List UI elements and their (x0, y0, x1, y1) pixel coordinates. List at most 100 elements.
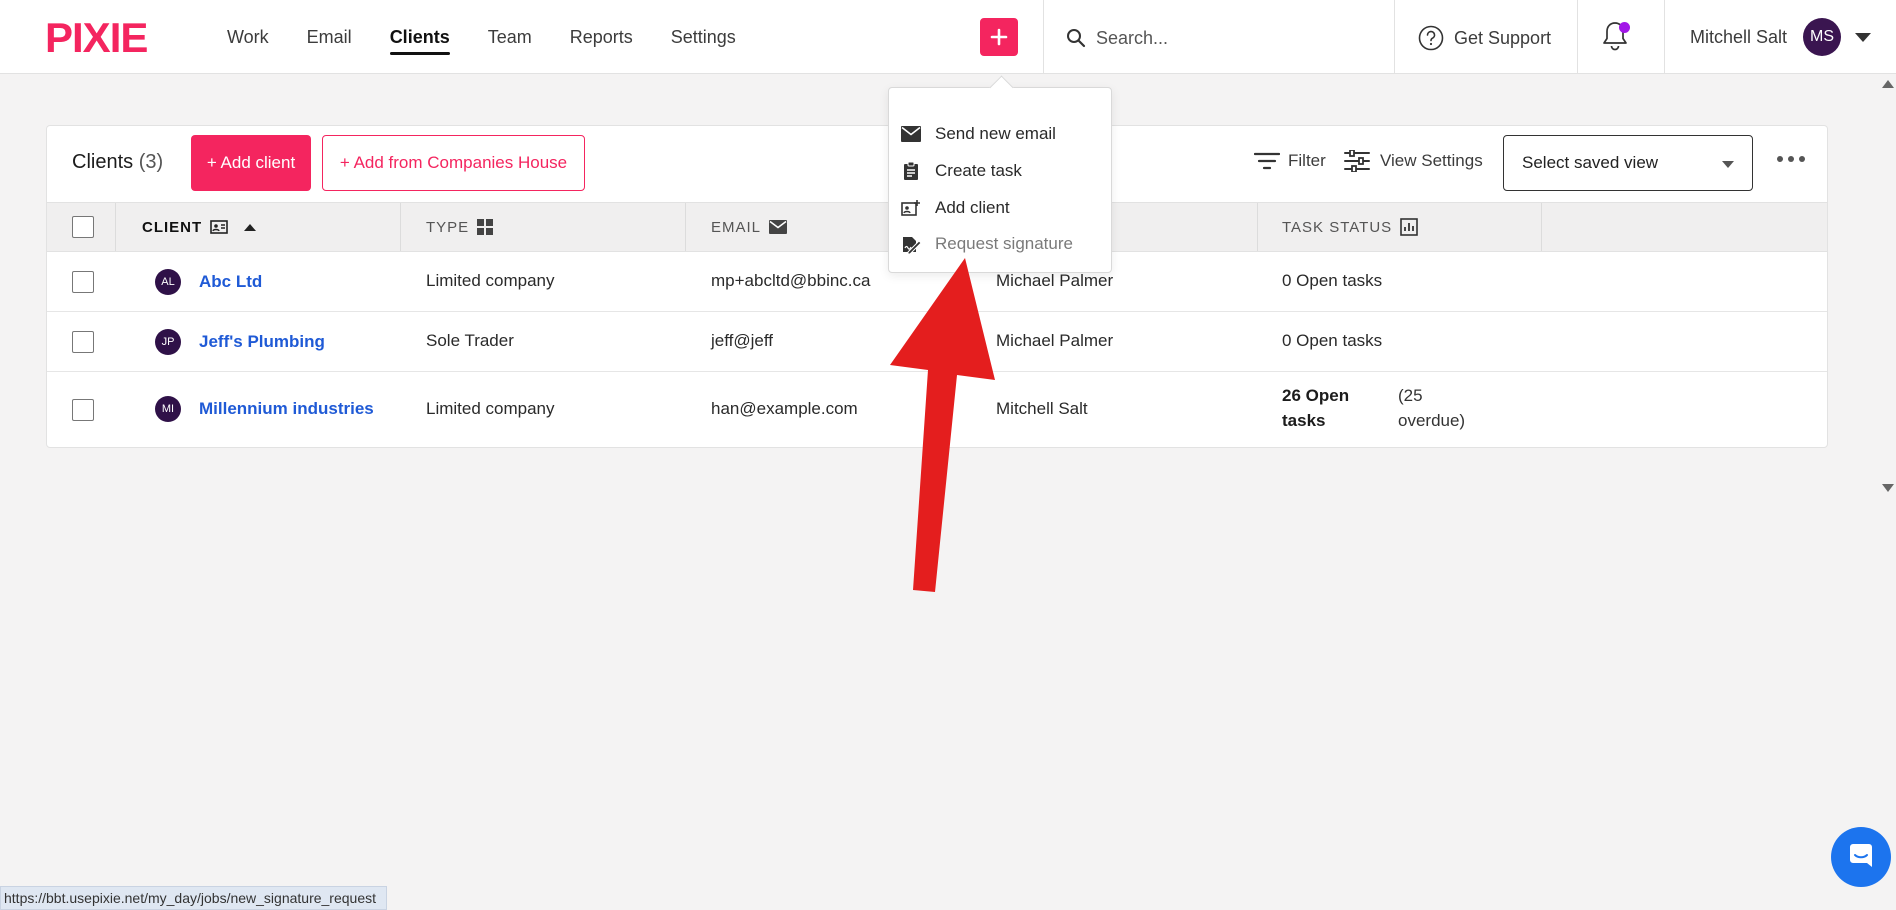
column-separator (1257, 203, 1258, 251)
chat-bubble-icon (1850, 844, 1872, 867)
select-all-checkbox[interactable] (72, 216, 94, 238)
bar-chart-icon (1400, 218, 1418, 236)
select-all-cell (72, 203, 94, 251)
user-menu[interactable]: Mitchell Salt MS (1690, 18, 1872, 56)
menu-item-label: Add client (935, 198, 1010, 217)
column-separator (685, 203, 686, 251)
nav-divider (1043, 0, 1044, 74)
menu-item-create-task[interactable]: Create task (899, 154, 1101, 188)
add-contact-icon (901, 200, 920, 216)
column-client[interactable]: CLIENT (142, 203, 258, 251)
chevron-down-icon (1855, 32, 1872, 42)
column-separator (1541, 203, 1542, 251)
column-label: TASK STATUS (1282, 218, 1393, 236)
task-status-cell[interactable]: 0 Open tasks (1282, 271, 1382, 291)
overdue-line: (25 (1398, 386, 1423, 405)
saved-view-select[interactable]: Select saved view (1503, 135, 1753, 191)
dot (1799, 156, 1805, 162)
envelope-icon (769, 220, 788, 234)
more-options-button[interactable] (1777, 156, 1805, 162)
nav-reports[interactable]: Reports (570, 0, 633, 74)
email-cell: jeff@jeff (711, 331, 773, 350)
menu-item-label: Send new email (935, 124, 1056, 143)
search-icon (1067, 29, 1086, 48)
open-tasks-line: 26 Open (1282, 386, 1350, 405)
pixie-logo[interactable]: PIXIE (45, 18, 173, 56)
email-cell: han@example.com (711, 399, 858, 418)
column-separator (115, 203, 116, 251)
column-email[interactable]: EMAIL (711, 203, 788, 251)
sliders-icon (1344, 150, 1370, 172)
menu-item-add-client[interactable]: Add client (899, 191, 1101, 225)
notifications-button[interactable] (1600, 20, 1632, 54)
status-bar-url: https://bbt.usepixie.net/my_day/jobs/new… (0, 886, 388, 910)
avatar: AL (155, 269, 181, 295)
client-name-link[interactable]: Millennium industries (199, 399, 374, 419)
search-input[interactable] (1096, 27, 1346, 49)
filter-button[interactable]: Filter (1254, 151, 1326, 171)
row-checkbox[interactable] (72, 331, 94, 353)
column-type[interactable]: TYPE (426, 203, 494, 251)
support-label: Get Support (1454, 27, 1552, 48)
grid-icon (477, 219, 494, 235)
nav-divider (1394, 0, 1395, 74)
nav-work[interactable]: Work (227, 0, 269, 74)
view-settings-label: View Settings (1380, 151, 1483, 170)
row-checkbox[interactable] (72, 399, 94, 421)
overdue-cell: (25 overdue) (1398, 383, 1465, 433)
menu-item-send-email[interactable]: Send new email (899, 117, 1101, 151)
row-checkbox-cell (72, 271, 94, 293)
client-cell: MI Millennium industries (155, 396, 374, 422)
row-checkbox-cell (72, 331, 94, 353)
row-checkbox[interactable] (72, 271, 94, 293)
help-circle-icon (1418, 25, 1444, 51)
chat-launcher-button[interactable] (1831, 827, 1891, 887)
dot (1777, 156, 1783, 162)
search-bar[interactable] (1066, 22, 1366, 54)
type-cell: Limited company (426, 271, 555, 290)
client-count: (3) (138, 151, 164, 173)
add-from-companies-house-button[interactable]: + Add from Companies House (322, 135, 585, 191)
plus-icon (990, 28, 1008, 46)
nav-divider (1577, 0, 1578, 74)
envelope-icon (901, 126, 921, 142)
quick-add-button[interactable] (980, 18, 1018, 56)
quick-add-menu-list: Send new email Create task Add client Re… (899, 98, 1101, 263)
filter-icon (1254, 152, 1280, 170)
client-cell: AL Abc Ltd (155, 269, 262, 295)
signature-icon (903, 237, 921, 254)
client-name-link[interactable]: Abc Ltd (199, 272, 262, 292)
page-title: Clients (3) (72, 151, 163, 174)
column-task-status[interactable]: TASK STATUS (1282, 203, 1418, 251)
scroll-down-icon[interactable] (1882, 484, 1894, 492)
dropdown-caret-icon (1722, 161, 1734, 168)
add-client-button[interactable]: + Add client (191, 135, 311, 191)
get-support-link[interactable]: Get Support (1418, 22, 1551, 54)
title-text: Clients (72, 151, 134, 173)
nav-team[interactable]: Team (488, 0, 532, 74)
type-cell: Sole Trader (426, 331, 514, 350)
row-checkbox-cell (72, 399, 94, 421)
dot (1788, 156, 1794, 162)
task-status-cell[interactable]: 26 Open tasks (1282, 383, 1349, 433)
scroll-up-icon[interactable] (1882, 80, 1894, 88)
saved-view-value: Select saved view (1522, 153, 1659, 172)
nav-email[interactable]: Email (307, 0, 352, 74)
column-label: EMAIL (711, 218, 762, 236)
task-status-cell[interactable]: 0 Open tasks (1282, 331, 1382, 351)
avatar: JP (155, 329, 181, 355)
client-name-link[interactable]: Jeff's Plumbing (199, 332, 325, 352)
column-separator (400, 203, 401, 251)
column-label: CLIENT (142, 218, 203, 236)
avatar: MS (1803, 18, 1842, 56)
nav-settings[interactable]: Settings (671, 0, 736, 74)
overdue-line: overdue) (1398, 411, 1466, 430)
filter-label: Filter (1288, 151, 1326, 170)
nav-clients[interactable]: Clients (389, 0, 450, 74)
unread-dot (1619, 22, 1630, 33)
menu-item-label: Create task (935, 161, 1022, 180)
view-settings-button[interactable]: View Settings (1344, 150, 1483, 172)
sort-ascending-icon[interactable] (242, 222, 258, 232)
client-cell: JP Jeff's Plumbing (155, 329, 325, 355)
open-tasks-line: tasks (1282, 411, 1326, 430)
